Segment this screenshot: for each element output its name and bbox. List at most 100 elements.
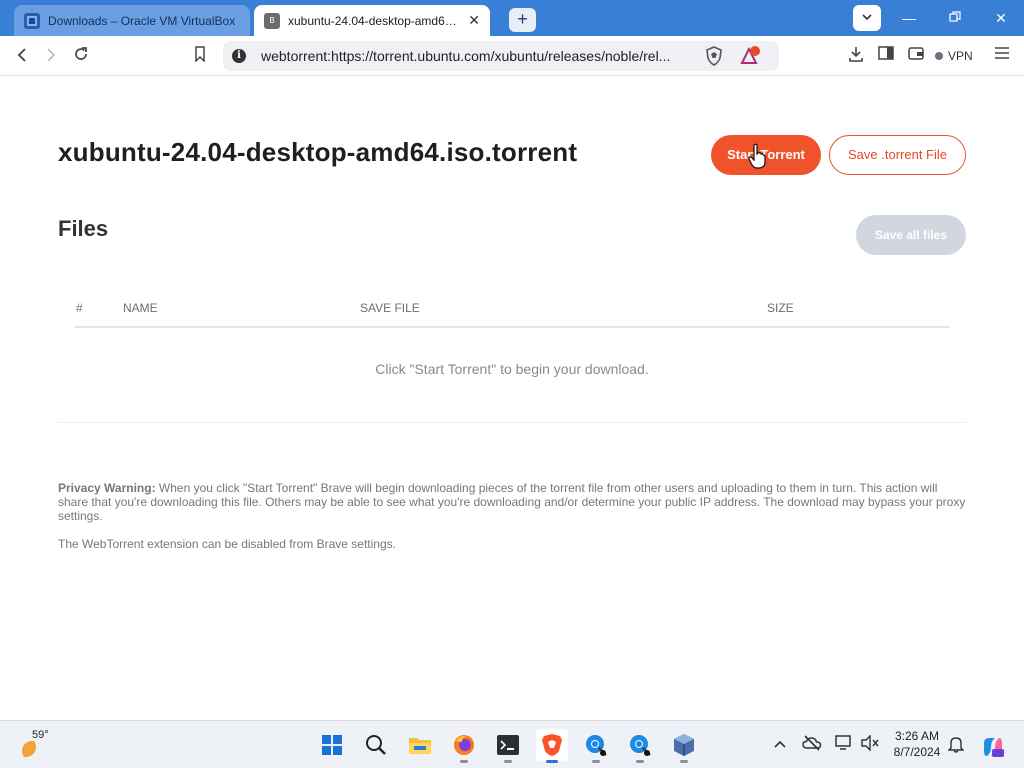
- privacy-warning: Privacy Warning: When you click "Start T…: [58, 481, 968, 523]
- taskbar-terminal[interactable]: [492, 729, 524, 763]
- site-info-icon[interactable]: i: [232, 49, 246, 63]
- bell-icon: [947, 737, 965, 753]
- save-torrent-file-button[interactable]: Save .torrent File: [829, 135, 966, 175]
- brave-rewards-icon[interactable]: [739, 45, 761, 67]
- divider: [58, 422, 966, 423]
- wallet-icon: [908, 47, 924, 60]
- sidebar-button[interactable]: [876, 46, 896, 66]
- running-indicator: [460, 760, 468, 763]
- chevron-up-icon: [774, 740, 786, 748]
- column-header-size: SIZE: [767, 301, 794, 315]
- page-title: xubuntu-24.04-desktop-amd64.iso.torrent: [58, 137, 578, 167]
- reload-button[interactable]: [68, 44, 94, 68]
- tab-torrent[interactable]: B xubuntu-24.04-desktop-amd64.iso.torren…: [254, 5, 490, 36]
- vpn-button[interactable]: VPN: [935, 45, 973, 67]
- restore-button[interactable]: [940, 6, 970, 30]
- weather-temperature: 59°: [32, 729, 49, 741]
- files-table-header: # NAME SAVE FILE SIZE: [75, 295, 949, 328]
- tab-search-button[interactable]: [853, 5, 881, 31]
- menu-button[interactable]: [992, 46, 1012, 66]
- new-tab-button[interactable]: +: [509, 8, 536, 32]
- back-arrow-icon: [17, 48, 26, 62]
- hamburger-menu-icon: [995, 47, 1009, 59]
- chevron-down-icon: [862, 14, 872, 21]
- downloads-button[interactable]: [846, 46, 866, 66]
- minimize-button[interactable]: —: [894, 6, 924, 30]
- tab-title: Downloads – Oracle VM VirtualBox: [48, 13, 236, 28]
- clock-time: 3:26 AM: [894, 729, 940, 743]
- webtorrent-icon: B: [264, 12, 280, 29]
- notifications-button[interactable]: [946, 735, 966, 755]
- copilot-icon: [984, 738, 1004, 757]
- running-indicator: [546, 760, 558, 763]
- terminal-icon: [497, 735, 519, 755]
- chrome-linux-icon: [630, 735, 651, 756]
- running-indicator: [592, 760, 600, 763]
- search-icon: [366, 735, 386, 755]
- volume-tray[interactable]: [860, 734, 880, 755]
- clock-date: 8/7/2024: [893, 745, 941, 759]
- browser-toolbar: i webtorrent:https://torrent.ubuntu.com/…: [0, 36, 1024, 76]
- vpn-label: VPN: [948, 49, 973, 63]
- taskbar: 59° 3:26 AM 8/7/2024: [0, 720, 1024, 768]
- column-header-name: NAME: [123, 301, 158, 315]
- start-torrent-button[interactable]: Start Torrent: [711, 135, 821, 175]
- onedrive-tray[interactable]: [802, 735, 822, 755]
- empty-files-message: Click "Start Torrent" to begin your down…: [375, 361, 649, 377]
- files-heading: Files: [58, 216, 109, 241]
- speaker-muted-icon: [861, 734, 879, 752]
- taskbar-brave[interactable]: [536, 729, 568, 763]
- column-header-number: #: [76, 301, 83, 315]
- virtualbox-icon: [24, 12, 40, 29]
- bookmark-icon: [195, 46, 205, 63]
- sidebar-icon: [878, 46, 894, 60]
- brave-icon: [542, 734, 562, 756]
- wallet-button[interactable]: [906, 46, 926, 66]
- network-icon: [835, 735, 851, 750]
- copilot-button[interactable]: [980, 735, 1006, 757]
- reload-icon: [75, 47, 87, 60]
- running-indicator: [680, 760, 688, 763]
- download-icon: [849, 47, 863, 62]
- taskbar-search-button[interactable]: [360, 729, 392, 761]
- privacy-warning-text: When you click "Start Torrent" Brave wil…: [58, 481, 966, 523]
- start-button[interactable]: [316, 729, 348, 761]
- weather-widget[interactable]: 59°: [20, 729, 60, 761]
- cloud-off-icon: [802, 735, 822, 751]
- show-hidden-icons-button[interactable]: [770, 735, 790, 755]
- taskbar-chrome-linux-2[interactable]: [624, 729, 656, 763]
- firefox-icon: [454, 735, 474, 755]
- tab-strip: Downloads – Oracle VM VirtualBox B xubun…: [0, 0, 1024, 36]
- forward-button[interactable]: [38, 44, 64, 68]
- virtualbox-icon: [674, 734, 694, 756]
- webtorrent-page: xubuntu-24.04-desktop-amd64.iso.torrent …: [0, 77, 1024, 720]
- url-text[interactable]: webtorrent:https://torrent.ubuntu.com/xu…: [261, 48, 691, 64]
- taskbar-clock[interactable]: 3:26 AM 8/7/2024: [887, 728, 947, 760]
- privacy-warning-label: Privacy Warning:: [58, 481, 156, 495]
- extension-note: The WebTorrent extension can be disabled…: [58, 537, 396, 551]
- taskbar-firefox[interactable]: [448, 729, 480, 763]
- back-button[interactable]: [9, 44, 35, 68]
- close-window-button[interactable]: ✕: [986, 6, 1016, 30]
- tab-title: xubuntu-24.04-desktop-amd64.iso.torrent: [288, 13, 462, 28]
- address-bar[interactable]: i webtorrent:https://torrent.ubuntu.com/…: [223, 41, 779, 71]
- file-explorer-icon: [409, 738, 431, 754]
- windows-start-icon: [322, 735, 342, 755]
- running-indicator: [504, 760, 512, 763]
- brave-shields-icon[interactable]: [705, 46, 723, 66]
- taskbar-virtualbox[interactable]: [668, 729, 700, 763]
- column-header-save-file: SAVE FILE: [360, 301, 420, 315]
- chrome-linux-icon: [586, 735, 607, 756]
- vpn-status-icon: [935, 52, 943, 60]
- running-indicator: [636, 760, 644, 763]
- close-tab-icon[interactable]: ✕: [468, 12, 480, 29]
- tab-virtualbox-downloads[interactable]: Downloads – Oracle VM VirtualBox: [14, 5, 250, 36]
- restore-icon: [949, 11, 961, 22]
- forward-arrow-icon: [47, 48, 56, 62]
- bookmark-button[interactable]: [187, 44, 213, 68]
- taskbar-chrome-linux-1[interactable]: [580, 729, 612, 763]
- taskbar-file-explorer[interactable]: [404, 729, 436, 761]
- network-tray[interactable]: [834, 735, 854, 755]
- save-all-files-button: Save all files: [856, 215, 966, 255]
- hand-cursor-icon: [748, 143, 766, 169]
